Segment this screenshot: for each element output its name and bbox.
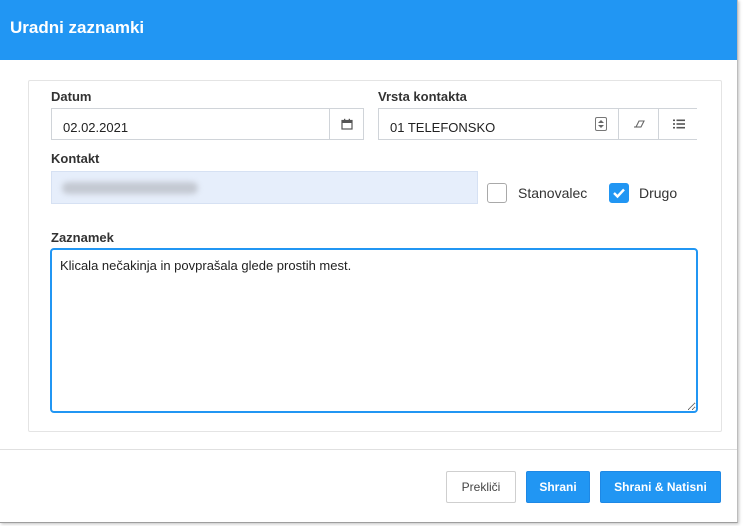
vrsta-kontakta-field[interactable]: 01 TELEFONSKO: [378, 108, 698, 140]
zaznamek-textarea[interactable]: Klicala nečakinja in povprašala glede pr…: [50, 248, 698, 413]
kontakt-redacted-value: [62, 182, 198, 194]
dialog-title: Uradni zaznamki: [10, 18, 145, 37]
footer-divider: [0, 449, 737, 450]
dialog-titlebar: Uradni zaznamki: [0, 0, 737, 60]
list-icon[interactable]: [658, 109, 698, 139]
zaznamek-label: Zaznamek: [51, 230, 114, 245]
vrsta-kontakta-value: 01 TELEFONSKO: [390, 120, 496, 135]
calendar-icon[interactable]: [329, 109, 363, 139]
cancel-button[interactable]: Prekliči: [446, 471, 516, 503]
datum-label: Datum: [51, 89, 92, 104]
vrsta-kontakta-label: Vrsta kontakta: [378, 89, 467, 104]
kontakt-label: Kontakt: [51, 151, 100, 166]
save-print-button[interactable]: Shrani & Natisni: [600, 471, 721, 503]
checkmark-icon: [613, 188, 625, 199]
datum-value: 02.02.2021: [63, 120, 129, 135]
drugo-checkbox[interactable]: [609, 183, 629, 203]
drugo-label: Drugo: [639, 185, 678, 201]
datum-field[interactable]: 02.02.2021: [51, 108, 364, 140]
dropdown-spinner-icon[interactable]: [595, 117, 607, 131]
stanovalec-label: Stanovalec: [518, 185, 588, 201]
dialog: Uradni zaznamki Datum 02.02.2021 Vrsta k…: [0, 0, 738, 523]
save-button[interactable]: Shrani: [526, 471, 590, 503]
stanovalec-checkbox[interactable]: [487, 183, 507, 203]
clear-eraser-icon[interactable]: [618, 109, 658, 139]
kontakt-field[interactable]: [51, 171, 478, 204]
